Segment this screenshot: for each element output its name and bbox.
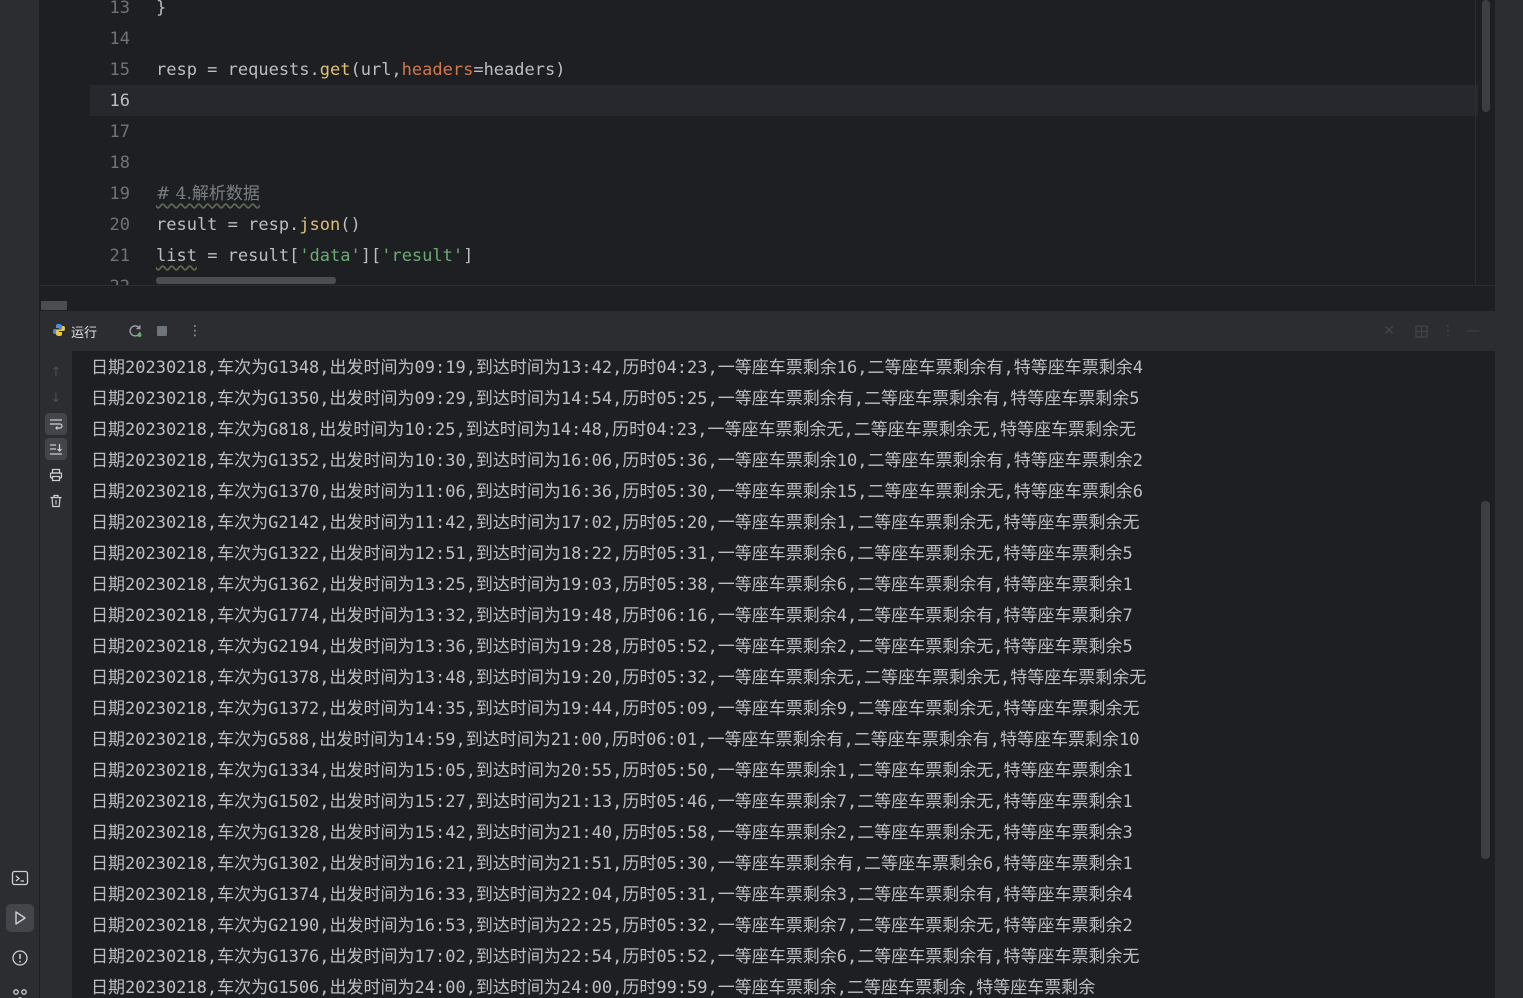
panel-splitter[interactable] — [40, 285, 1495, 311]
left-tool-strip — [0, 0, 40, 998]
console-line: 日期20230218,车次为G1370,出发时间为11:06,到达时间为16:3… — [91, 482, 1143, 502]
line-number: 16 — [109, 91, 130, 111]
arrow-down-icon[interactable]: ↓ — [45, 387, 67, 409]
current-line-highlight — [90, 85, 1478, 116]
line-number: 17 — [109, 122, 130, 142]
console-line: 日期20230218,车次为G1322,出发时间为12:51,到达时间为18:2… — [91, 544, 1133, 564]
splitter-grip[interactable] — [41, 301, 67, 310]
editor-horizontal-scrollbar[interactable] — [156, 277, 336, 284]
arrow-up-icon[interactable]: ↑ — [45, 361, 67, 383]
editor-vertical-scrollbar[interactable] — [1475, 0, 1495, 285]
line-number: 20 — [109, 215, 130, 235]
code-line[interactable]: result = resp.json() — [156, 210, 361, 241]
console-line: 日期20230218,车次为G588,出发时间为14:59,到达时间为21:00… — [91, 730, 1140, 750]
code-token: =headers) — [473, 60, 566, 80]
code-token: resp = requests. — [156, 60, 320, 80]
console-line: 日期20230218,车次为G1506,出发时间为24:00,到达时间为24:0… — [91, 978, 1096, 998]
rerun-icon[interactable] — [124, 320, 146, 342]
console-line: 日期20230218,车次为G1362,出发时间为13:25,到达时间为19:0… — [91, 575, 1133, 595]
python-icon — [52, 322, 66, 341]
console-line: 日期20230218,车次为G1502,出发时间为15:27,到达时间为21:1… — [91, 792, 1133, 812]
scroll-to-end-icon[interactable] — [45, 438, 67, 460]
console-line: 日期20230218,车次为G1348,出发时间为09:19,到达时间为13:4… — [91, 358, 1143, 378]
console-line: 日期20230218,车次为G1328,出发时间为15:42,到达时间为21:4… — [91, 823, 1133, 843]
code-token: } — [156, 0, 167, 18]
code-token: = result[ — [196, 246, 300, 266]
console-line: 日期20230218,车次为G1302,出发时间为16:21,到达时间为21:5… — [91, 854, 1133, 874]
line-number: 21 — [109, 246, 130, 266]
console-line: 日期20230218,车次为G1774,出发时间为13:32,到达时间为19:4… — [91, 606, 1133, 626]
right-tool-strip — [1495, 0, 1523, 998]
layout-icon[interactable] — [1410, 320, 1432, 342]
console-line: 日期20230218,车次为G818,出发时间为10:25,到达时间为14:48… — [91, 420, 1136, 440]
console-side-toolbar: ↑ ↓ — [40, 351, 72, 998]
line-number: 22 — [90, 272, 130, 285]
run-tool-window-header: 运行 ⋮ ✕ ⋮ — — [40, 311, 1495, 351]
code-line[interactable]: resp = requests.get(url,headers=headers) — [156, 55, 565, 86]
problems-icon[interactable] — [6, 944, 34, 972]
console-line: 日期20230218,车次为G1350,出发时间为09:29,到达时间为14:5… — [91, 389, 1140, 409]
scrollbar-thumb[interactable] — [1482, 0, 1490, 112]
code-token: list — [156, 246, 197, 266]
vcs-icon[interactable] — [6, 982, 34, 998]
console-line: 日期20230218,车次为G1334,出发时间为15:05,到达时间为20:5… — [91, 761, 1133, 781]
console-output[interactable]: 日期20230218,车次为G1348,出发时间为09:19,到达时间为13:4… — [72, 351, 1495, 998]
line-number: 14 — [109, 29, 130, 49]
console-line: 日期20230218,车次为G1372,出发时间为14:35,到达时间为19:4… — [91, 699, 1140, 719]
code-token: result = resp. — [156, 215, 300, 235]
code-token: # 4.解析数据 — [156, 184, 260, 204]
soft-wrap-icon[interactable] — [45, 413, 67, 435]
more-vertical-icon[interactable]: ⋮ — [184, 320, 206, 342]
code-token: get — [319, 60, 351, 80]
minimize-icon[interactable]: — — [1462, 320, 1484, 342]
stop-icon[interactable] — [151, 320, 173, 342]
scrollbar-thumb[interactable] — [1481, 501, 1490, 859]
trash-icon[interactable] — [45, 490, 67, 512]
tab-run[interactable]: 运行 — [52, 319, 97, 343]
line-number: 13 — [109, 0, 130, 18]
tab-run-label: 运行 — [71, 325, 98, 341]
console-line: 日期20230218,车次为G2194,出发时间为13:36,到达时间为19:2… — [91, 637, 1133, 657]
print-icon[interactable] — [45, 464, 67, 486]
code-token: (url, — [350, 60, 402, 80]
console-line: 日期20230218,车次为G2142,出发时间为11:42,到达时间为17:0… — [91, 513, 1140, 533]
console-line: 日期20230218,车次为G1376,出发时间为17:02,到达时间为22:5… — [91, 947, 1140, 967]
terminal-icon[interactable] — [6, 864, 34, 892]
code-token: headers — [401, 60, 474, 80]
code-line[interactable]: list = result['data']['result'] — [156, 241, 473, 272]
console-line: 日期20230218,车次为G2190,出发时间为16:53,到达时间为22:2… — [91, 916, 1133, 936]
code-line[interactable]: # 4.解析数据 — [156, 179, 260, 210]
line-number: 19 — [109, 184, 130, 204]
console-line: 日期20230218,车次为G1378,出发时间为13:48,到达时间为19:2… — [91, 668, 1147, 688]
line-number: 15 — [109, 60, 130, 80]
code-token: ][ — [360, 246, 382, 266]
code-token: () — [340, 215, 361, 235]
line-number: 18 — [109, 153, 130, 173]
line-number-gutter: 13 14 15 16 17 18 19 20 21 22 — [90, 0, 153, 285]
code-token: 'result' — [381, 246, 464, 266]
code-token: json — [299, 215, 341, 235]
console-line: 日期20230218,车次为G1352,出发时间为10:30,到达时间为16:0… — [91, 451, 1143, 471]
code-line[interactable]: } — [156, 0, 166, 24]
code-token: 'data' — [299, 246, 361, 266]
code-token: ] — [463, 246, 474, 266]
console-line: 日期20230218,车次为G1374,出发时间为16:33,到达时间为22:0… — [91, 885, 1133, 905]
console-vertical-scrollbar[interactable] — [1477, 351, 1495, 998]
run-icon[interactable] — [6, 904, 34, 932]
more-vertical-icon-right[interactable]: ⋮ — [1437, 320, 1459, 342]
code-editor[interactable]: 13 14 15 16 17 18 19 20 21 22 } resp = requests.ge… — [40, 0, 1495, 285]
close-icon[interactable]: ✕ — [1378, 320, 1400, 342]
